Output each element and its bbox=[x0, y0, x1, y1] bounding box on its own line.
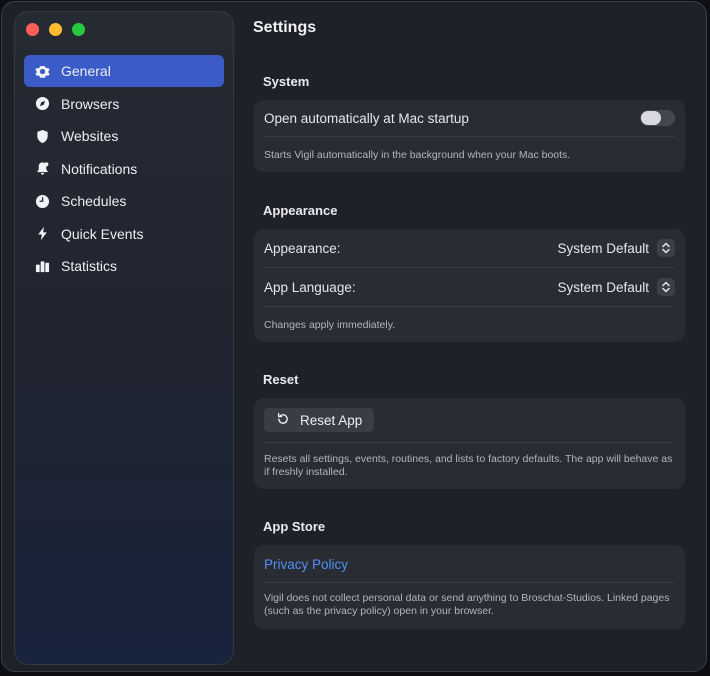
app-store-caption: Vigil does not collect personal data or … bbox=[264, 592, 670, 617]
reset-caption: Resets all settings, events, routines, a… bbox=[264, 453, 673, 478]
section-title-reset: Reset bbox=[263, 372, 299, 387]
bell-icon bbox=[35, 161, 50, 176]
startup-toggle[interactable] bbox=[640, 110, 675, 126]
app-store-card: Privacy Policy Vigil does not collect pe… bbox=[254, 545, 685, 629]
chevron-up-down-icon bbox=[657, 239, 675, 257]
startup-caption: Starts Vigil automatically in the backgr… bbox=[264, 149, 571, 161]
sidebar-item-statistics[interactable]: Statistics bbox=[24, 250, 224, 282]
reset-row: Reset App bbox=[264, 408, 375, 432]
sidebar-item-browsers[interactable]: Browsers bbox=[24, 88, 224, 120]
appearance-select[interactable]: System Default bbox=[557, 239, 675, 257]
reset-app-button[interactable]: Reset App bbox=[264, 408, 375, 432]
sidebar-item-general[interactable]: General bbox=[24, 55, 224, 87]
sidebar-item-label: Browsers bbox=[61, 95, 120, 112]
sidebar: General Browsers Websites Notifications bbox=[14, 11, 234, 665]
minimize-window-button[interactable] bbox=[49, 23, 62, 36]
window-controls bbox=[26, 23, 85, 36]
close-window-button[interactable] bbox=[26, 23, 39, 36]
compass-icon bbox=[35, 96, 50, 111]
shield-icon bbox=[35, 129, 50, 144]
sidebar-item-label: General bbox=[61, 63, 111, 79]
startup-row: Open automatically at Mac startup bbox=[264, 106, 675, 130]
sidebar-nav: General Browsers Websites Notifications bbox=[24, 55, 224, 283]
clock-icon bbox=[35, 194, 50, 209]
appearance-row: Appearance: System Default bbox=[264, 236, 675, 260]
divider bbox=[264, 442, 675, 443]
maximize-window-button[interactable] bbox=[72, 23, 85, 36]
sidebar-item-label: Websites bbox=[61, 128, 119, 144]
sidebar-item-label: Notifications bbox=[61, 160, 138, 177]
gear-icon bbox=[35, 64, 50, 79]
sidebar-item-label: Schedules bbox=[61, 193, 127, 209]
appearance-value: System Default bbox=[557, 240, 649, 256]
settings-content: Settings System Open automatically at Ma… bbox=[253, 2, 706, 671]
section-title-system: System bbox=[263, 74, 310, 89]
divider bbox=[264, 267, 675, 268]
language-row: App Language: System Default bbox=[264, 275, 675, 299]
system-card: Open automatically at Mac startup Starts… bbox=[254, 100, 685, 172]
language-select[interactable]: System Default bbox=[557, 278, 675, 296]
divider bbox=[264, 306, 675, 307]
sidebar-item-label: Quick Events bbox=[61, 225, 144, 242]
language-value: System Default bbox=[557, 279, 649, 295]
appearance-card: Appearance: System Default App Language:… bbox=[254, 229, 685, 342]
chart-bars-icon bbox=[35, 259, 50, 274]
divider bbox=[264, 136, 675, 137]
page-title: Settings bbox=[253, 19, 317, 36]
reset-card: Reset App Resets all settings, events, r… bbox=[254, 398, 685, 489]
reset-app-label: Reset App bbox=[300, 412, 363, 428]
reset-arrow-icon bbox=[276, 412, 290, 429]
settings-window: General Browsers Websites Notifications bbox=[1, 1, 707, 672]
section-title-app-store: App Store bbox=[263, 519, 326, 534]
sidebar-item-notifications[interactable]: Notifications bbox=[24, 153, 224, 185]
appearance-caption: Changes apply immediately. bbox=[264, 319, 396, 331]
appearance-label: Appearance: bbox=[264, 240, 341, 256]
sidebar-item-schedules[interactable]: Schedules bbox=[24, 185, 224, 217]
chevron-up-down-icon bbox=[657, 278, 675, 296]
bolt-icon bbox=[35, 226, 50, 241]
divider bbox=[264, 582, 675, 583]
privacy-policy-link[interactable]: Privacy Policy bbox=[264, 557, 348, 572]
sidebar-item-quick-events[interactable]: Quick Events bbox=[24, 218, 224, 250]
sidebar-item-websites[interactable]: Websites bbox=[24, 120, 224, 152]
privacy-row: Privacy Policy bbox=[264, 552, 675, 576]
startup-label: Open automatically at Mac startup bbox=[264, 110, 469, 126]
section-title-appearance: Appearance bbox=[263, 203, 338, 218]
sidebar-item-label: Statistics bbox=[61, 258, 118, 274]
language-label: App Language: bbox=[264, 279, 356, 295]
toggle-knob bbox=[641, 111, 661, 125]
